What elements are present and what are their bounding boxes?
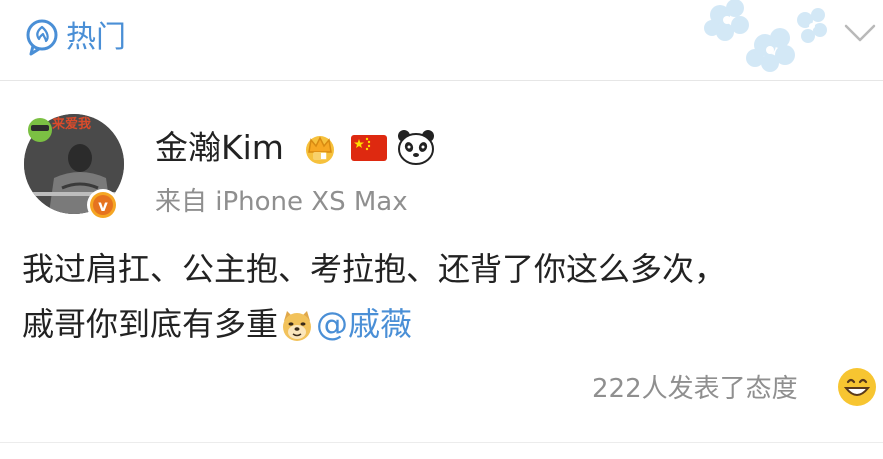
crown-icon bbox=[306, 136, 334, 164]
author-name[interactable]: 金瀚Kim bbox=[155, 126, 284, 170]
hot-topic-icon[interactable] bbox=[23, 18, 61, 56]
top-bar: 热门 bbox=[0, 0, 883, 80]
chevron-down-icon[interactable] bbox=[843, 20, 877, 46]
post-bottom-divider bbox=[0, 442, 883, 443]
verified-badge-icon: v bbox=[87, 189, 119, 221]
header-divider bbox=[0, 80, 883, 81]
svg-text:v: v bbox=[98, 197, 108, 215]
post-text-line2: 戚哥你到底有多重 @戚薇 bbox=[22, 301, 412, 347]
reactions-count[interactable]: 222人发表了态度 bbox=[592, 369, 798, 409]
avatar-badge-text: 来爱我 bbox=[51, 116, 91, 132]
panda-icon bbox=[398, 130, 434, 165]
smile-emoji-icon[interactable] bbox=[836, 366, 878, 408]
hot-tab-label[interactable]: 热门 bbox=[66, 16, 126, 60]
post-text-line1: 我过肩扛、公主抱、考拉抱、还背了你这么多次， bbox=[22, 250, 727, 288]
post-text-line2-part: 戚哥你到底有多重 bbox=[22, 305, 279, 343]
china-flag-icon bbox=[351, 135, 387, 161]
post-source: 来自 iPhone XS Max bbox=[155, 187, 408, 217]
mention-link[interactable]: @戚薇 bbox=[316, 305, 412, 343]
doge-emoji-icon bbox=[283, 311, 312, 341]
flower-decoration-icon bbox=[704, 0, 827, 72]
